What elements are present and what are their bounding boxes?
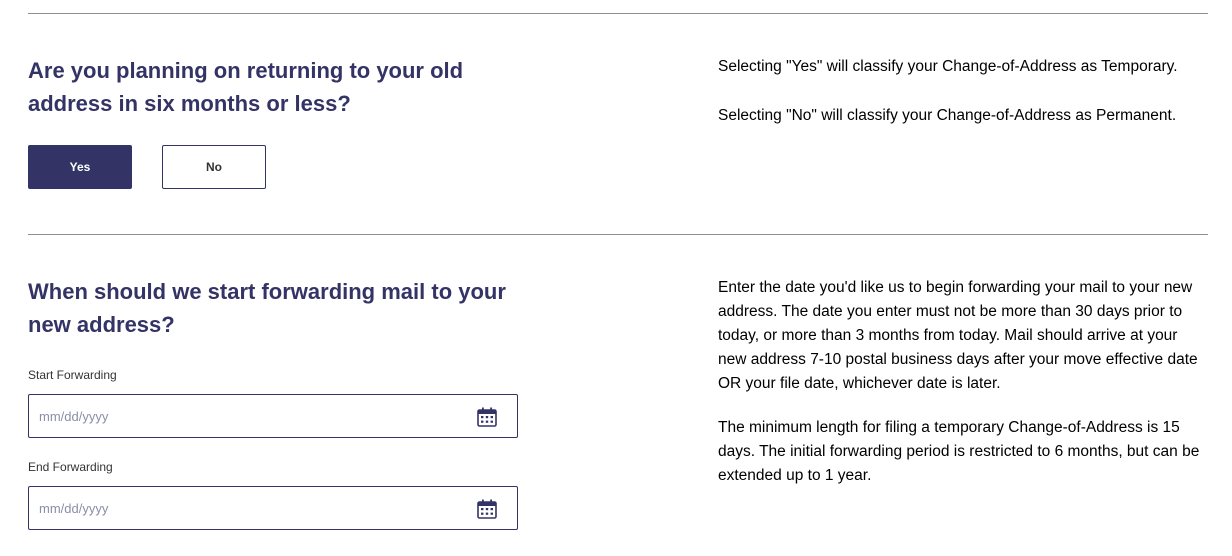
temporary-question-heading: Are you planning on returning to your ol… <box>28 58 464 116</box>
start-forwarding-label: Start Forwarding <box>28 368 117 382</box>
start-forwarding-input[interactable] <box>39 395 459 437</box>
minimum-length-info-text: The minimum length for filing a temporar… <box>718 419 1200 484</box>
end-forwarding-field[interactable] <box>28 486 518 530</box>
forwarding-date-info-text: Enter the date you'd like us to begin fo… <box>718 279 1198 392</box>
end-forwarding-input[interactable] <box>39 487 459 529</box>
section-divider <box>28 234 1208 235</box>
yes-button[interactable]: Yes <box>28 145 132 189</box>
temporary-info-text: Selecting "Yes" will classify your Chang… <box>718 58 1178 75</box>
calendar-icon[interactable] <box>477 499 497 519</box>
permanent-info-text: Selecting "No" will classify your Change… <box>718 107 1177 124</box>
forwarding-question-heading: When should we start forwarding mail to … <box>28 279 506 337</box>
top-divider <box>28 13 1208 14</box>
calendar-icon[interactable] <box>477 407 497 427</box>
start-forwarding-field[interactable] <box>28 394 518 438</box>
no-button[interactable]: No <box>162 145 266 189</box>
end-forwarding-label: End Forwarding <box>28 460 113 474</box>
